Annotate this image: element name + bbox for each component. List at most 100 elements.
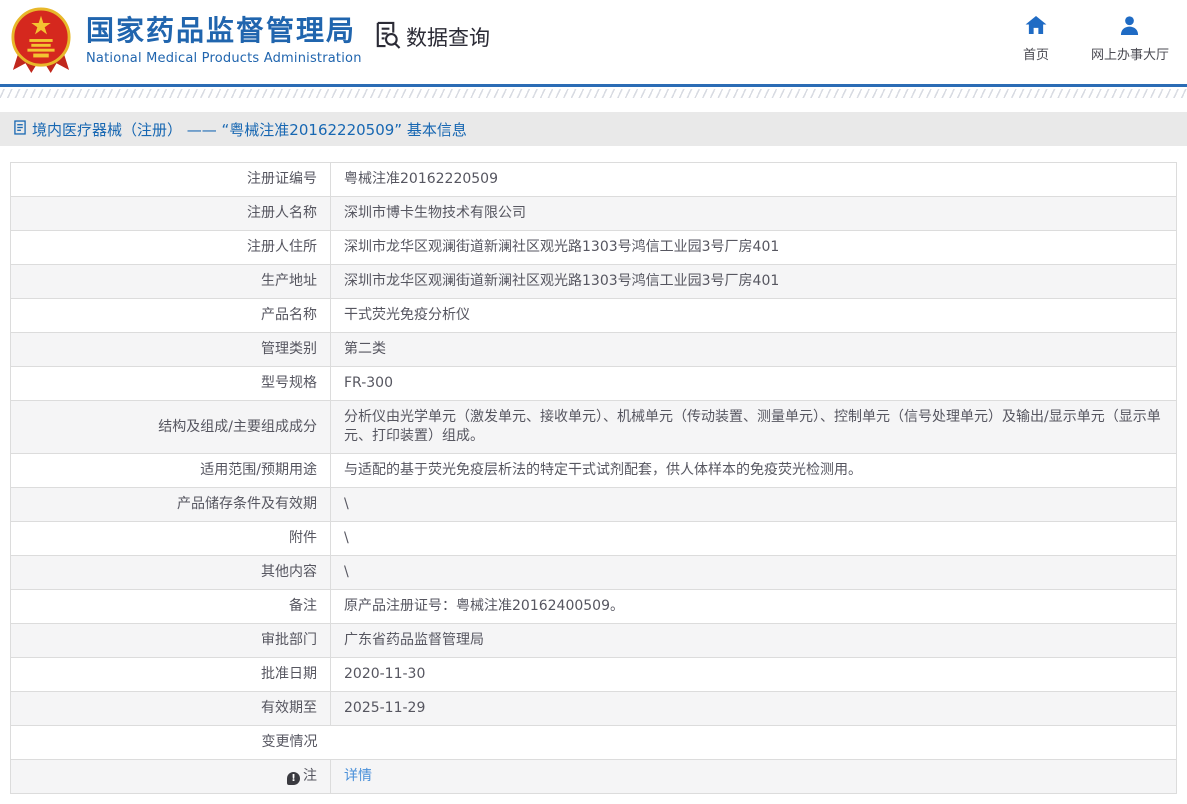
table-row: 注册证编号 粤械注准20162220509 <box>10 162 1177 197</box>
table-row: ! 注详情 <box>10 759 1177 794</box>
row-value: 2025-11-29 <box>330 691 1177 726</box>
row-value: FR-300 <box>330 366 1177 401</box>
row-label: 审批部门 <box>10 623 331 658</box>
data-query-entry[interactable]: 数据查询 <box>372 20 490 53</box>
row-label: 生产地址 <box>10 264 331 299</box>
info-table-body: 注册证编号 粤械注准20162220509 注册人名称 深圳市博卡生物技术有限公司 注册… <box>10 162 1177 794</box>
top-nav: 首页 网上办事大厅 <box>1023 16 1169 63</box>
row-value <box>330 725 1177 760</box>
row-label: 结构及组成/主要组成成分 <box>10 400 331 454</box>
row-value: 第二类 <box>330 332 1177 367</box>
row-value-text: 粤械注准20162220509 <box>344 171 498 187</box>
user-icon <box>1119 16 1140 39</box>
table-row: 备注 原产品注册证号：粤械注准20162400509。 <box>10 589 1177 624</box>
row-label: 变更情况 <box>10 725 331 760</box>
row-value: 广东省药品监督管理局 <box>330 623 1177 658</box>
row-label: ! 注 <box>10 759 331 794</box>
table-row: 生产地址 深圳市龙华区观澜街道新澜社区观光路1303号鸿信工业园3号厂房401 <box>10 264 1177 299</box>
document-icon <box>14 119 26 139</box>
row-label-text: 适用范围/预期用途 <box>200 462 317 478</box>
row-label: 备注 <box>10 589 331 624</box>
row-value: 粤械注准20162220509 <box>330 162 1177 197</box>
row-value-text: 干式荧光免疫分析仪 <box>344 307 470 323</box>
row-value-text: 原产品注册证号：粤械注准20162400509。 <box>344 598 624 614</box>
site-title-en: National Medical Products Administration <box>86 51 362 66</box>
row-value-text: 与适配的基于荧光免疫层析法的特定干式试剂配套，供人体样本的免疫荧光检测用。 <box>344 462 862 478</box>
row-value: \ <box>330 521 1177 556</box>
nav-service-hall[interactable]: 网上办事大厅 <box>1091 16 1169 63</box>
table-row: 其他内容 \ <box>10 555 1177 590</box>
row-value: 深圳市博卡生物技术有限公司 <box>330 196 1177 231</box>
row-label-text: 批准日期 <box>261 666 317 682</box>
row-label: 型号规格 <box>10 366 331 401</box>
row-label: 产品储存条件及有效期 <box>10 487 331 522</box>
row-label-text: 有效期至 <box>261 700 317 716</box>
nav-home-label: 首页 <box>1022 48 1049 63</box>
table-row: 结构及组成/主要组成成分 分析仪由光学单元（激发单元、接收单元）、机械单元（传动装… <box>10 400 1177 454</box>
row-value: 深圳市龙华区观澜街道新澜社区观光路1303号鸿信工业园3号厂房401 <box>330 264 1177 299</box>
row-value: 详情 <box>330 759 1177 794</box>
row-value-text: 2025-11-29 <box>344 700 426 716</box>
table-row: 注册人名称 深圳市博卡生物技术有限公司 <box>10 196 1177 231</box>
row-label-text: 其他内容 <box>261 564 317 580</box>
home-icon <box>1025 16 1047 39</box>
row-label-text: 注 <box>303 768 317 784</box>
row-value: 分析仪由光学单元（激发单元、接收单元）、机械单元（传动装置、测量单元）、控制单元… <box>330 400 1177 454</box>
row-value-text: \ <box>344 530 349 546</box>
row-value: 干式荧光免疫分析仪 <box>330 298 1177 333</box>
hatch-band <box>0 89 1187 98</box>
table-row: 附件 \ <box>10 521 1177 556</box>
row-label-text: 注册人名称 <box>247 205 317 221</box>
row-value: \ <box>330 555 1177 590</box>
row-value-text: \ <box>344 496 349 512</box>
row-label-text: 型号规格 <box>261 375 317 391</box>
row-value-text: 深圳市博卡生物技术有限公司 <box>344 205 526 221</box>
brand-block: 国家药品监督管理局 National Medical Products Admi… <box>86 14 362 66</box>
row-label-text: 审批部门 <box>261 632 317 648</box>
row-label: 管理类别 <box>10 332 331 367</box>
table-row: 型号规格 FR-300 <box>10 366 1177 401</box>
row-label-text: 生产地址 <box>261 273 317 289</box>
table-row: 注册人住所 深圳市龙华区观澜街道新澜社区观光路1303号鸿信工业园3号厂房401 <box>10 230 1177 265</box>
note-icon: ! <box>287 772 300 785</box>
row-label-text: 产品名称 <box>261 307 317 323</box>
data-query-label: 数据查询 <box>406 25 490 50</box>
row-label: 注册证编号 <box>10 162 331 197</box>
row-value: 深圳市龙华区观澜街道新澜社区观光路1303号鸿信工业园3号厂房401 <box>330 230 1177 265</box>
row-label: 有效期至 <box>10 691 331 726</box>
row-label: 注册人住所 <box>10 230 331 265</box>
row-value-text: 深圳市龙华区观澜街道新澜社区观光路1303号鸿信工业园3号厂房401 <box>344 239 780 255</box>
row-value-text: 深圳市龙华区观澜街道新澜社区观光路1303号鸿信工业园3号厂房401 <box>344 273 780 289</box>
detail-link[interactable]: 详情 <box>344 768 372 784</box>
row-label-text: 备注 <box>289 598 317 614</box>
row-label-text: 注册人住所 <box>247 239 317 255</box>
nav-service-hall-label: 网上办事大厅 <box>1090 48 1169 63</box>
table-row: 管理类别 第二类 <box>10 332 1177 367</box>
row-label: 其他内容 <box>10 555 331 590</box>
table-row: 批准日期 2020-11-30 <box>10 657 1177 692</box>
row-label-text: 产品储存条件及有效期 <box>177 496 317 512</box>
row-value-text: 2020-11-30 <box>344 666 426 682</box>
table-row: 产品名称 干式荧光免疫分析仪 <box>10 298 1177 333</box>
row-label-text: 管理类别 <box>261 341 317 357</box>
page-header: 国家药品监督管理局 National Medical Products Admi… <box>0 0 1187 84</box>
row-value: 原产品注册证号：粤械注准20162400509。 <box>330 589 1177 624</box>
row-label: 附件 <box>10 521 331 556</box>
document-search-icon <box>372 20 401 53</box>
row-value: \ <box>330 487 1177 522</box>
nav-home[interactable]: 首页 <box>1023 16 1049 63</box>
row-label-text: 附件 <box>289 530 317 546</box>
table-row: 审批部门 广东省药品监督管理局 <box>10 623 1177 658</box>
header-rule <box>0 84 1187 87</box>
table-row: 变更情况 <box>10 725 1177 760</box>
breadcrumb: 境内医疗器械（注册） —— “粤械注准20162220509” 基本信息 <box>0 112 1187 146</box>
row-label: 批准日期 <box>10 657 331 692</box>
national-emblem-icon <box>10 6 72 74</box>
table-row: 适用范围/预期用途 与适配的基于荧光免疫层析法的特定干式试剂配套，供人体样本的免疫… <box>10 453 1177 488</box>
row-value-text: 分析仪由光学单元（激发单元、接收单元）、机械单元（传动装置、测量单元）、控制单元… <box>344 409 1161 444</box>
row-value-text: FR-300 <box>344 375 393 391</box>
table-row: 产品储存条件及有效期 \ <box>10 487 1177 522</box>
table-row: 有效期至 2025-11-29 <box>10 691 1177 726</box>
row-label-text: 结构及组成/主要组成成分 <box>158 418 317 435</box>
row-value: 与适配的基于荧光免疫层析法的特定干式试剂配套，供人体样本的免疫荧光检测用。 <box>330 453 1177 488</box>
